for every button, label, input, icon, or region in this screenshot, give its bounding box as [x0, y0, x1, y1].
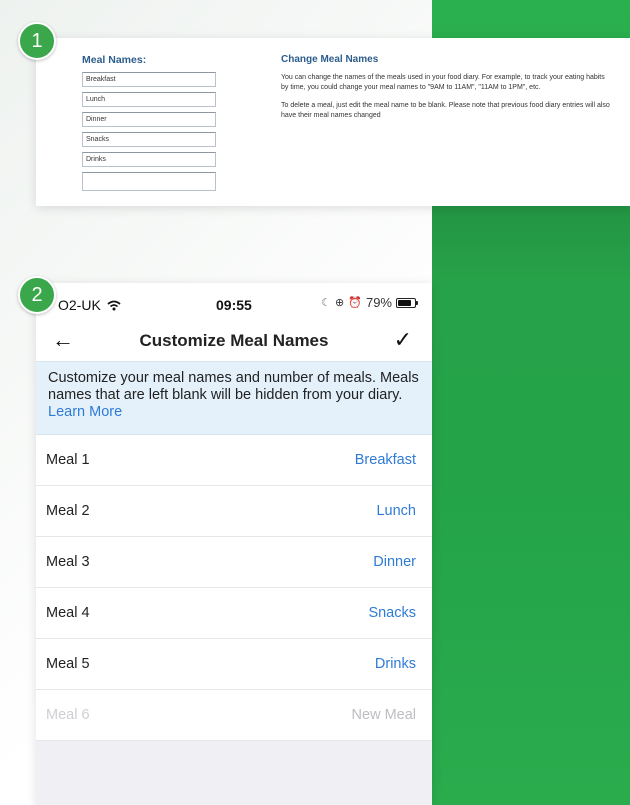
meal-row[interactable]: Meal 3 Dinner — [36, 537, 432, 588]
meal-label: Meal 5 — [46, 656, 90, 672]
meal-label: Meal 1 — [46, 452, 90, 468]
info-paragraph: To delete a meal, just edit the meal nam… — [281, 102, 610, 119]
meal-name-input[interactable]: Dinner — [82, 112, 216, 127]
carrier-label: O2-UK — [58, 297, 121, 313]
clock: 09:55 — [216, 297, 252, 313]
checkmark-icon[interactable]: ✓ — [394, 327, 412, 353]
meal-list: Meal 1 Breakfast Meal 2 Lunch Meal 3 Din… — [36, 435, 432, 741]
meal-name-input-empty[interactable] — [82, 172, 216, 191]
meal-row[interactable]: Meal 5 Drinks — [36, 639, 432, 690]
moon-icon: ☾ — [321, 297, 332, 309]
change-meal-names-info: Change Meal Names You can change the nam… — [281, 54, 611, 129]
info-paragraph: You can change the names of the meals us… — [281, 74, 605, 91]
meal-label: Meal 2 — [46, 503, 90, 519]
info-banner-text: Customize your meal names and number of … — [48, 370, 419, 403]
step-badge-1: 1 — [18, 22, 56, 60]
meal-label: Meal 3 — [46, 554, 90, 570]
info-title: Change Meal Names — [281, 54, 379, 65]
wifi-icon — [107, 300, 121, 311]
learn-more-link[interactable]: Learn More — [48, 404, 122, 420]
meal-value[interactable]: Breakfast — [355, 452, 416, 468]
meal-name-input[interactable]: Lunch — [82, 92, 216, 107]
meal-value[interactable]: Lunch — [376, 503, 416, 519]
meal-name-input[interactable]: Breakfast — [82, 72, 216, 87]
meal-label: Meal 4 — [46, 605, 90, 621]
orientation-lock-icon: ⊕ — [335, 297, 345, 309]
battery-percent: 79% — [365, 295, 392, 310]
meal-name-input[interactable]: Drinks — [82, 152, 216, 167]
status-icons: ☾ ⊕ ⏰ 79% — [321, 295, 418, 310]
step-badge-2: 2 — [18, 276, 56, 314]
meal-row[interactable]: Meal 4 Snacks — [36, 588, 432, 639]
meal-names-form: Meal Names: Breakfast Lunch Dinner Snack… — [82, 54, 222, 196]
meal-name-input[interactable]: Snacks — [82, 132, 216, 147]
page-title: Customize Meal Names — [139, 331, 329, 350]
meal-value[interactable]: Snacks — [368, 605, 416, 621]
meal-row-new[interactable]: Meal 6 New Meal — [36, 690, 432, 741]
info-banner: Customize your meal names and number of … — [36, 361, 432, 435]
carrier-text: O2-UK — [58, 297, 101, 313]
alarm-icon: ⏰ — [348, 297, 362, 309]
meal-row[interactable]: Meal 1 Breakfast — [36, 435, 432, 486]
web-settings-panel: Meal Names: Breakfast Lunch Dinner Snack… — [36, 38, 630, 206]
battery-icon — [396, 297, 418, 308]
meal-value[interactable]: Drinks — [375, 656, 416, 672]
meal-value[interactable]: Dinner — [373, 554, 416, 570]
phone-screen: O2-UK 09:55 ☾ ⊕ ⏰ 79% ← Customize Meal N… — [36, 283, 432, 805]
status-bar: O2-UK 09:55 ☾ ⊕ ⏰ 79% — [36, 283, 432, 321]
meal-names-heading: Meal Names: — [82, 54, 147, 66]
navigation-bar: ← Customize Meal Names ✓ — [36, 321, 432, 361]
new-meal-placeholder[interactable]: New Meal — [352, 707, 416, 723]
meal-label: Meal 6 — [46, 707, 90, 723]
meal-row[interactable]: Meal 2 Lunch — [36, 486, 432, 537]
